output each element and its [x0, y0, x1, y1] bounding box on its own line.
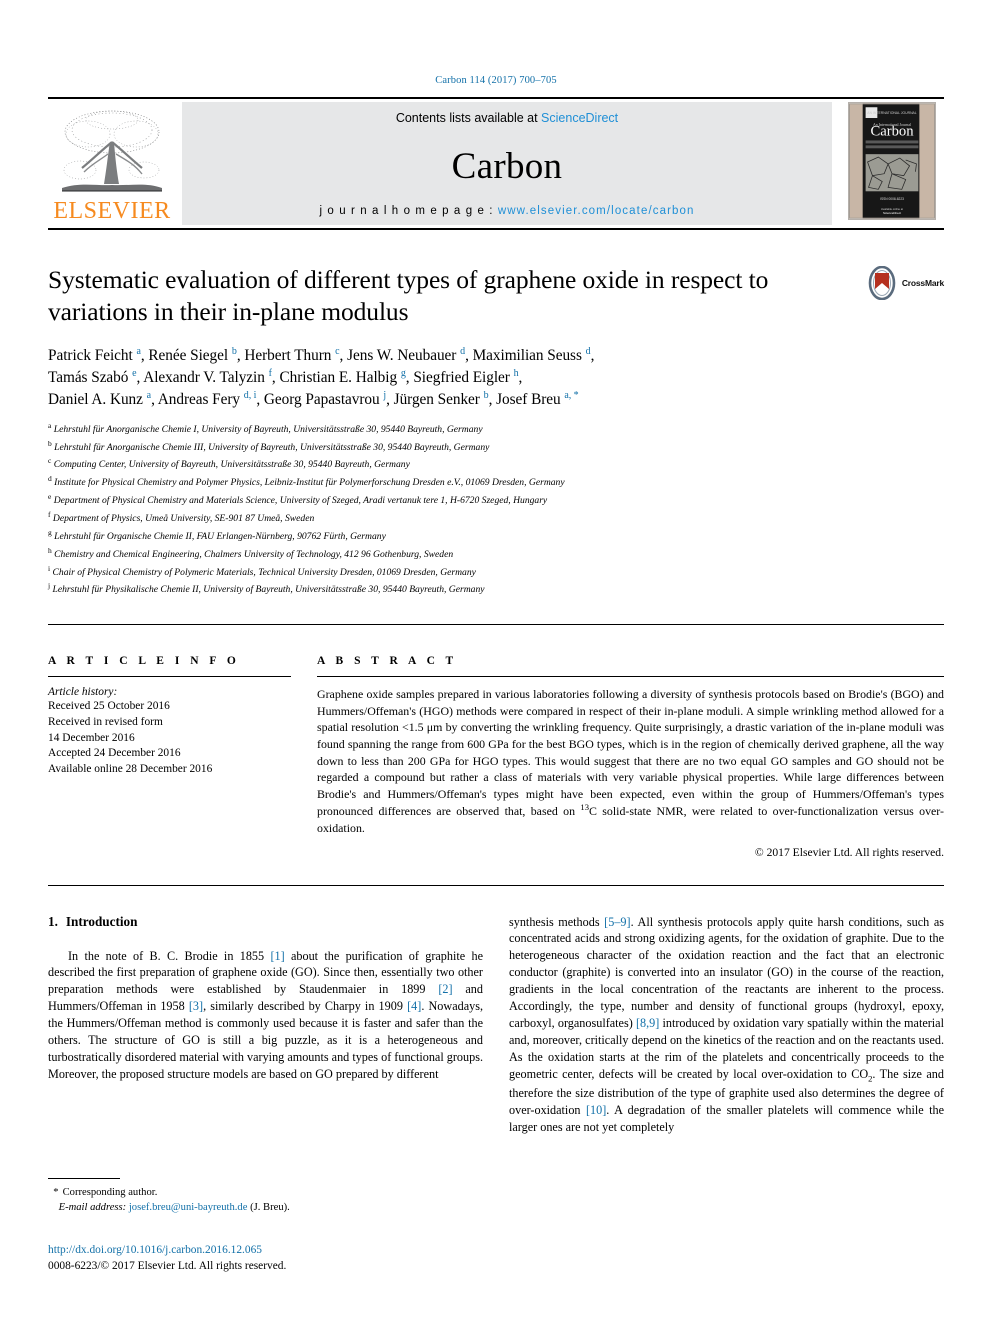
footnote-rule: [48, 1178, 120, 1179]
masthead-center: Contents lists available at ScienceDirec…: [182, 102, 832, 225]
email-line: E-mail address: josef.breu@uni-bayreuth.…: [58, 1202, 290, 1214]
intro-paragraph-right: synthesis methods [5–9]. All synthesis p…: [509, 914, 944, 1134]
intro-paragraph-left: In the note of B. C. Brodie in 1855 [1] …: [48, 948, 483, 1081]
affiliation-item: c Computing Center, University of Bayreu…: [48, 456, 410, 471]
section-heading-introduction: 1. Introduction: [48, 913, 138, 929]
abstract-rule: [317, 676, 944, 678]
running-head: Carbon 114 (2017) 700–705: [435, 75, 557, 86]
affiliation-item: g Lehrstuhl für Organische Chemie II, FA…: [48, 527, 386, 543]
journal-title: Carbon: [451, 145, 563, 187]
history-item: Received 25 October 2016: [48, 700, 170, 713]
body-column-right: synthesis methods [5–9]. All synthesis p…: [509, 914, 944, 1136]
title-block: CrossMark Systematic evaluation of diffe…: [48, 264, 944, 598]
svg-text:ScienceDirect: ScienceDirect: [883, 211, 901, 215]
journal-masthead: ELSEVIER Contents lists available at Sci…: [48, 97, 944, 230]
affiliation-item: f Department of Physics, Umeå University…: [48, 509, 315, 525]
masthead-top-rule: [48, 97, 944, 99]
masthead-bottom-rule: [48, 228, 944, 230]
svg-text:ISSN 0008-6223: ISSN 0008-6223: [880, 197, 904, 201]
crossmark-label: CrossMark: [901, 278, 944, 288]
history-item: Received in revised form: [48, 715, 163, 728]
history-item: 14 December 2016: [48, 731, 135, 744]
author-line-1: Patrick Feicht a, Renée Siegel b, Herber…: [48, 346, 595, 365]
info-abstract-block: A R T I C L E I N F O Article history: R…: [48, 655, 944, 859]
author-list: Patrick Feicht a, Renée Siegel b, Herber…: [48, 345, 944, 410]
email-link[interactable]: josef.breu@uni-bayreuth.de: [129, 1202, 248, 1213]
history-item: Accepted 24 December 2016: [48, 747, 181, 760]
abstract-column: A B S T R A C T Graphene oxide samples p…: [317, 655, 944, 859]
svg-text:AN INTERNATIONAL JOURNAL: AN INTERNATIONAL JOURNAL: [867, 111, 917, 115]
journal-homepage-line: j o u r n a l h o m e p a g e : www.else…: [319, 205, 694, 217]
affiliation-item: i Chair of Physical Chemistry of Polymer…: [48, 563, 476, 578]
elsevier-tree-icon: [58, 106, 166, 198]
history-item: Available online 28 December 2016: [48, 762, 213, 775]
sciencedirect-link[interactable]: ScienceDirect: [541, 111, 618, 125]
title-section-divider: [48, 624, 944, 626]
corresponding-author-line: * Corresponding author.: [53, 1187, 158, 1198]
article-info-heading: A R T I C L E I N F O: [48, 655, 240, 668]
article-info-column: A R T I C L E I N F O Article history: R…: [48, 655, 291, 858]
affiliation-item: j Lehrstuhl für Physikalische Chemie II,…: [48, 581, 485, 596]
affiliation-item: e Department of Physical Chemistry and M…: [48, 492, 548, 507]
corresponding-author-footnote: * Corresponding author. E-mail address: j…: [48, 1178, 483, 1216]
author-line-3: Daniel A. Kunz a, Andreas Fery d, i, Geo…: [48, 389, 579, 408]
body-column-left: 1. Introduction In the note of B. C. Brod…: [48, 914, 483, 1136]
crossmark-icon: [868, 266, 896, 300]
journal-cover-thumbnail: AN INTERNATIONAL JOURNAL Carbon An Inter…: [840, 102, 944, 225]
affiliation-item: a Lehrstuhl für Anorganische Chemie I, U…: [48, 420, 483, 435]
article-history-label: Article history:: [48, 686, 118, 699]
affiliation-item: d Institute for Physical Chemistry and P…: [48, 474, 565, 489]
homepage-url-link[interactable]: www.elsevier.com/locate/carbon: [498, 205, 695, 217]
affiliation-item: h Chemistry and Chemical Engineering, Ch…: [48, 545, 454, 560]
abstract-heading: A B S T R A C T: [317, 655, 458, 668]
abstract-section-divider: [48, 884, 944, 886]
author-line-2: Tamás Szabó e, Alexandr V. Talyzin f, Ch…: [48, 368, 523, 387]
elsevier-logo: ELSEVIER: [48, 102, 176, 225]
abstract-text: Graphene oxide samples prepared in vario…: [317, 687, 944, 835]
doi-link[interactable]: http://dx.doi.org/10.1016/j.carbon.2016.…: [48, 1243, 548, 1259]
doi-block: http://dx.doi.org/10.1016/j.carbon.2016.…: [48, 1243, 548, 1275]
abstract-copyright: © 2017 Elsevier Ltd. All rights reserved…: [754, 845, 944, 859]
page-title: Systematic evaluation of different types…: [48, 265, 769, 327]
svg-text:An International Journal: An International Journal: [873, 123, 911, 127]
affiliation-list: a Lehrstuhl für Anorganische Chemie I, U…: [48, 420, 944, 599]
issn-copyright-line: 0008-6223/© 2017 Elsevier Ltd. All right…: [48, 1259, 287, 1272]
contents-available-line: Contents lists available at ScienceDirec…: [396, 111, 618, 125]
article-info-rule: [48, 676, 291, 678]
homepage-label: j o u r n a l h o m e p a g e :: [319, 205, 498, 217]
article-page: Carbon 114 (2017) 700–705 ELSEVIER Conte…: [0, 0, 992, 1323]
contents-prefix: Contents lists available at: [395, 111, 542, 125]
crossmark-badge[interactable]: CrossMark: [865, 266, 944, 300]
affiliation-item: b Lehrstuhl für Anorganische Chemie III,…: [48, 438, 490, 453]
elsevier-wordmark: ELSEVIER: [53, 198, 171, 224]
article-body: 1. Introduction In the note of B. C. Brod…: [48, 914, 944, 1136]
